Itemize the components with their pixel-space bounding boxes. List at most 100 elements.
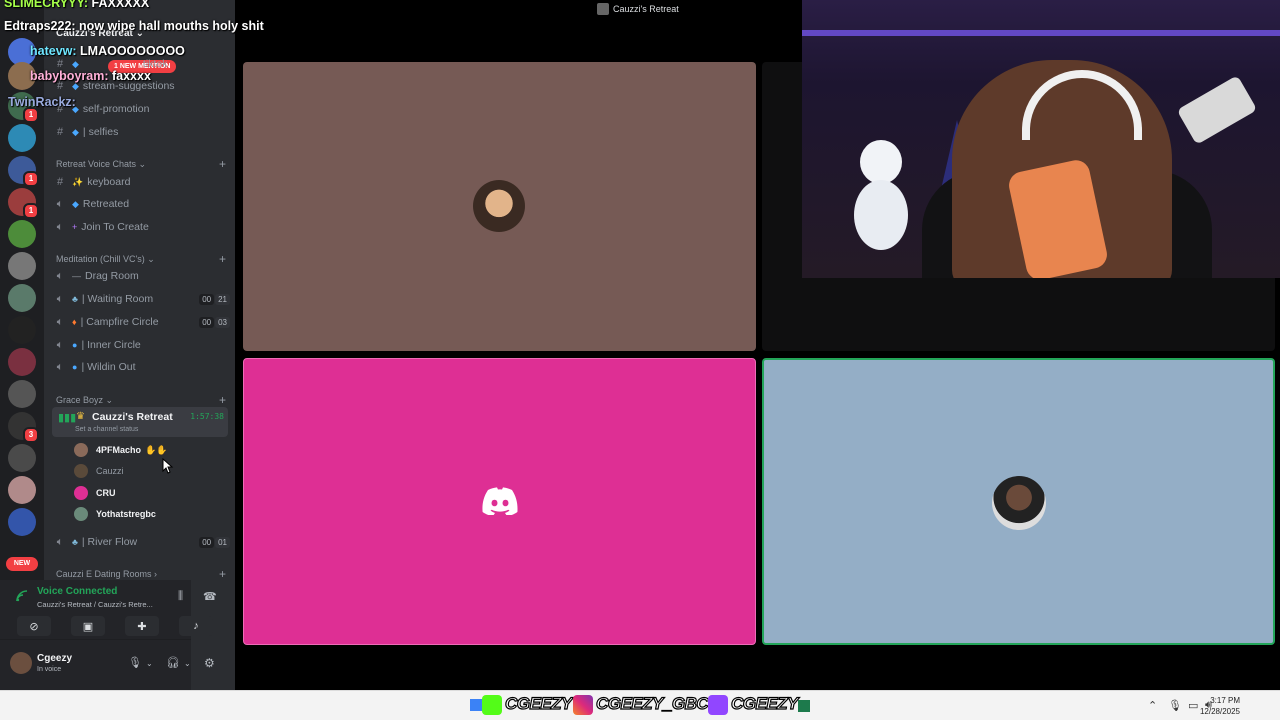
kick-icon [482,695,502,715]
category-header[interactable]: Cauzzi E Dating Rooms › + [56,567,226,581]
instagram-icon [573,695,593,715]
server-icon[interactable] [8,476,36,504]
camera-off-icon[interactable]: ⊘ [17,616,51,636]
avatar [74,486,88,500]
voice-channel[interactable]: 🔈︎ ♣ | Waiting Room 00 21 [54,290,230,308]
channel-item[interactable]: # ◆ | selfies [54,123,230,141]
voice-channel[interactable]: 🔈︎ + Join To Create [54,218,230,236]
speaker-icon: 🔈︎ [56,220,64,233]
voice-channel[interactable]: 🔈︎ — Drag Room [54,267,230,285]
signal-icon[interactable] [16,590,28,602]
server-icon[interactable]: 3 [8,412,39,443]
social-handle: CGEEZY [504,693,573,713]
twitch-icon [708,695,728,715]
crown-icon: ♛ [76,411,85,422]
user-count: 00 21 [199,293,230,305]
speaker-icon: 🔈︎ [56,535,64,548]
channel-item[interactable]: # ◆ self-promotion [54,100,230,118]
mic-icon[interactable]: 🎙︎ [128,656,142,669]
voice-channel[interactable]: 🔈︎ ● | Inner Circle [54,336,230,354]
server-icon[interactable] [8,220,36,248]
server-icon[interactable] [8,316,36,344]
server-icon[interactable] [8,348,36,376]
video-tile[interactable] [243,62,756,351]
category-header[interactable]: Retreat Voice Chats ⌄ + [56,157,226,171]
unread-badge: 3 [23,427,39,443]
video-tile-speaking[interactable] [762,358,1275,645]
voice-channel[interactable]: 🔈︎ ♦ | Campfire Circle 00 03 [54,313,230,331]
server-icon[interactable]: 1 [8,188,39,219]
voice-channel-path[interactable]: Cauzzi's Retreat / Cauzzi's Retre... [37,600,167,609]
voice-member[interactable]: Yothatstregbc [74,505,224,523]
server-icon[interactable] [8,380,36,408]
speaker-icon: 🔈︎ [56,269,64,282]
hash-icon: # [56,176,64,188]
social-handle: CGEEZY_GBC [595,693,709,713]
speaker-icon: 🔈︎ [56,197,64,210]
voice-member[interactable]: 4PFMacho ✋✋ [74,441,224,459]
voice-connected-panel: Voice Connected Cauzzi's Retreat / Cauzz… [0,580,217,640]
user-count: 00 01 [199,536,230,548]
headphones-icon[interactable]: 🎧︎ [166,656,180,669]
user-panel: Cgeezy In voice 🎙︎ ⌄ 🎧︎ ⌄ ⚙ [0,640,215,690]
voice-channel[interactable]: 🔈︎ ♣ | River Flow 00 01 [54,533,230,551]
hash-icon: # [56,126,64,138]
chevron-up-icon[interactable]: ⌃ [1148,699,1157,712]
channel-item[interactable]: # ✨ keyboard [54,173,230,191]
server-icon[interactable] [8,444,36,472]
windows-start-icon[interactable] [470,699,482,711]
noise-suppression-icon[interactable]: ⫼ [178,590,183,603]
soundboard-icon[interactable]: ♪ [179,616,213,636]
screen-share-icon[interactable]: ▣ [71,616,105,636]
avatar [992,476,1046,530]
activities-icon[interactable]: ✚ [125,616,159,636]
discord-icon [482,487,518,515]
category-header[interactable]: Grace Boyz ⌄ + [56,393,226,407]
add-channel-icon[interactable]: + [219,252,226,266]
hangup-icon[interactable]: ☎ [203,590,217,603]
username[interactable]: Cgeezy [37,653,72,664]
window-title: Cauzzi's Retreat [597,2,679,16]
server-icon[interactable] [8,124,36,152]
user-count: 00 03 [199,316,230,328]
streamer-webcam [802,0,1280,278]
excel-icon[interactable] [798,700,810,712]
avatar [473,180,525,232]
add-channel-icon[interactable]: + [219,567,226,581]
voice-channel[interactable]: 🔈︎ ◆ Retreated [54,195,230,213]
voice-connected-label: Voice Connected [37,586,118,597]
voice-member[interactable]: CRU [74,484,224,502]
category-header[interactable]: Meditation (Chill VC's) ⌄ + [56,252,226,266]
chat-message: TwinRackz: [8,95,76,109]
chevron-down-icon[interactable]: ⌄ [184,659,191,668]
system-clock[interactable]: 3:17 PM 12/28/2025 [1200,695,1240,717]
avatar [74,507,88,521]
unread-badge: 1 [23,203,39,219]
video-tile[interactable] [243,358,756,645]
server-icon[interactable] [8,284,36,312]
voice-channel[interactable]: 🔈︎ ● | Wildin Out [54,358,230,376]
chevron-down-icon[interactable]: ⌄ [146,659,153,668]
app-icon [597,3,609,15]
speaker-icon: 🔈︎ [56,292,64,305]
mouse-cursor [162,458,174,474]
monitor-icon[interactable]: ▭ [1188,699,1198,712]
active-voice-channel[interactable]: ▮▮▮ ♛ Cauzzi's Retreat 1:57:38 Set a cha… [52,407,228,437]
speaker-icon: 🔈︎ [56,315,64,328]
channel-status[interactable]: Set a channel status [75,426,138,433]
chat-message: hatevw: LMAOOOOOOOO [30,44,185,58]
taskbar: CGEEZY CGEEZY_GBC CGEEZY ⌃ 🎙︎ ▭ 🔊︎ 3:17 … [0,690,1280,720]
server-icon[interactable] [8,508,36,536]
server-icon[interactable] [8,252,36,280]
unread-badge: 1 [23,107,39,123]
mic-icon[interactable]: 🎙︎ [1168,699,1182,712]
speaker-icon: 🔈︎ [56,338,64,351]
settings-icon[interactable]: ⚙ [204,656,215,670]
server-icon[interactable]: 1 [8,156,39,187]
add-channel-icon[interactable]: + [219,393,226,407]
user-status: In voice [37,666,62,673]
add-channel-icon[interactable]: + [219,157,226,171]
avatar[interactable] [10,652,32,674]
voice-member[interactable]: Cauzzi [74,462,224,480]
new-pill[interactable]: NEW [6,557,38,571]
